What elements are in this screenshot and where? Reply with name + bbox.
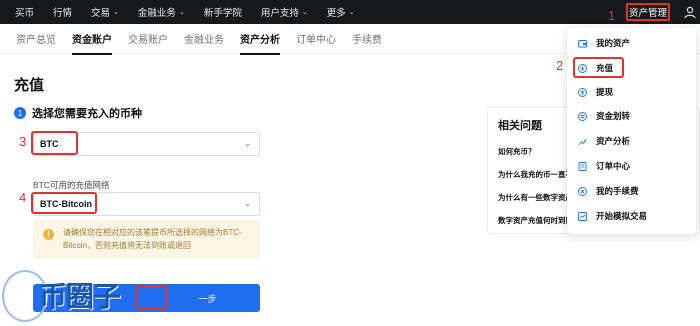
network-label: BTC可用的充值网络 <box>33 180 110 190</box>
warning-icon: ! <box>43 229 54 240</box>
annotation-box-coin <box>31 131 78 155</box>
simulation-icon <box>578 211 587 221</box>
network-warning: ! 请确保您在相对应的该笔提币所选择的网络为BTC-Bitcoin，否则充值将无… <box>33 220 260 259</box>
menu-item-asset-analysis[interactable]: 资产分析 <box>578 133 630 149</box>
top-navigation: 买币 行情 交易 ⌄ 金融业务 ⌄ 新手学院 用户支持 ⌄ 更多 ⌄ 资产管理 <box>0 0 700 24</box>
nav-support[interactable]: 用户支持 ⌄ <box>261 5 308 19</box>
nav-finance[interactable]: 金融业务 ⌄ <box>138 5 185 19</box>
tab-order-center[interactable]: 订单中心 <box>296 24 336 54</box>
watermark-logo: 币圈子 <box>2 266 162 322</box>
chevron-down-icon: ⌄ <box>113 9 119 16</box>
annotation-box-network <box>31 192 97 214</box>
chevron-down-icon: ⌄ <box>301 9 308 16</box>
chevron-down-icon: ⌄ <box>244 139 251 148</box>
step-label: 选择您需要充入的币种 <box>32 108 142 120</box>
related-title: 相关问题 <box>498 120 542 132</box>
fee-icon <box>578 186 587 196</box>
tab-funding-account[interactable]: 资金账户 <box>72 24 112 55</box>
withdraw-icon <box>578 87 587 97</box>
next-step-label: 一步 <box>198 293 217 304</box>
menu-item-transfer[interactable]: 资金划转 <box>578 108 630 124</box>
chart-icon <box>578 138 587 145</box>
order-icon <box>578 161 587 171</box>
chevron-down-icon: ⌄ <box>178 9 185 16</box>
nav-trade[interactable]: 交易 ⌄ <box>91 5 119 19</box>
nav-market[interactable]: 行情 <box>53 5 72 19</box>
menu-item-my-fees[interactable]: 我的手续费 <box>578 183 639 199</box>
step-number-badge: 1 <box>14 107 26 119</box>
tab-asset-analysis[interactable]: 资产分析 <box>240 24 280 55</box>
transfer-icon <box>578 111 587 121</box>
chevron-down-icon: ⌄ <box>348 9 355 16</box>
tab-trading-account[interactable]: 交易账户 <box>128 24 168 54</box>
step-header: 1 选择您需要充入的币种 <box>14 105 142 121</box>
page-title: 充值 <box>14 77 45 94</box>
nav-more[interactable]: 更多 ⌄ <box>327 5 355 19</box>
nav-academy[interactable]: 新手学院 <box>204 5 242 19</box>
nav-buy-coin[interactable]: 买币 <box>15 5 34 19</box>
menu-item-order-center[interactable]: 订单中心 <box>578 158 630 174</box>
watermark-text: 币圈子 <box>39 281 121 312</box>
warning-text: 请确保您在相对应的该笔提币所选择的网络为BTC-Bitcoin，否则充值将无法到… <box>63 228 242 250</box>
wallet-icon <box>578 39 587 47</box>
menu-item-my-assets[interactable]: 我的资产 <box>578 35 630 51</box>
annotation-number-3: 3 <box>19 134 27 149</box>
related-question[interactable]: 如何充币？ <box>498 146 536 157</box>
annotation-number-2: 2 <box>556 58 564 73</box>
asset-management-menu[interactable]: 资产管理 <box>626 3 670 21</box>
chevron-down-icon: ⌄ <box>244 199 251 208</box>
tab-fees[interactable]: 手续费 <box>352 24 382 54</box>
tab-asset-overview[interactable]: 资产总览 <box>16 24 56 54</box>
annotation-number-4: 4 <box>19 190 27 205</box>
annotation-box-deposit <box>573 57 624 78</box>
annotation-number-1: 1 <box>608 8 616 23</box>
tab-finance[interactable]: 金融业务 <box>184 24 224 54</box>
menu-item-withdraw[interactable]: 提现 <box>578 84 613 100</box>
menu-item-simulated-trading[interactable]: 开始模拟交易 <box>578 208 647 224</box>
user-icon[interactable] <box>683 5 697 19</box>
